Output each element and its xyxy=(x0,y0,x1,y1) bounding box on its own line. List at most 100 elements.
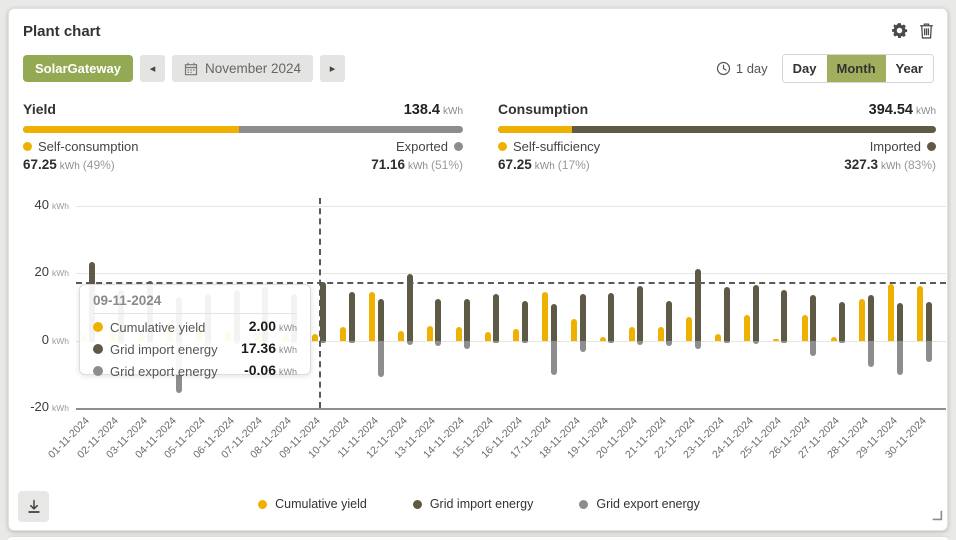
view-month-button[interactable]: Month xyxy=(827,55,886,82)
view-year-button[interactable]: Year xyxy=(886,55,933,82)
legend-item-export[interactable]: Grid export energy xyxy=(579,497,700,511)
bar-export-26-11-2024[interactable] xyxy=(810,341,816,356)
bar-export-28-11-2024[interactable] xyxy=(868,341,874,368)
bar-import-13-11-2024[interactable] xyxy=(435,299,441,341)
bar-import-20-11-2024[interactable] xyxy=(637,286,643,341)
bar-export-05-11-2024[interactable] xyxy=(205,341,211,348)
bar-import-02-11-2024[interactable] xyxy=(118,290,124,341)
bar-export-29-11-2024[interactable] xyxy=(897,341,903,376)
bar-yield-15-11-2024[interactable] xyxy=(485,332,491,340)
bar-import-28-11-2024[interactable] xyxy=(868,295,874,341)
bar-import-25-11-2024[interactable] xyxy=(781,290,787,341)
bar-export-18-11-2024[interactable] xyxy=(580,341,586,353)
bar-export-16-11-2024[interactable] xyxy=(522,341,528,343)
bar-import-22-11-2024[interactable] xyxy=(695,269,701,341)
bar-export-12-11-2024[interactable] xyxy=(407,341,413,345)
prev-period-button[interactable]: ◂ xyxy=(140,55,165,82)
bar-import-23-11-2024[interactable] xyxy=(724,287,730,341)
bar-yield-14-11-2024[interactable] xyxy=(456,327,462,341)
bar-yield-25-11-2024[interactable] xyxy=(773,339,779,341)
bar-import-12-11-2024[interactable] xyxy=(407,274,413,340)
bar-yield-29-11-2024[interactable] xyxy=(888,284,894,341)
bar-yield-01-11-2024[interactable] xyxy=(81,336,87,341)
bar-import-19-11-2024[interactable] xyxy=(608,293,614,341)
bar-export-15-11-2024[interactable] xyxy=(493,341,499,343)
bar-export-27-11-2024[interactable] xyxy=(839,341,845,343)
bar-yield-09-11-2024[interactable] xyxy=(312,334,318,341)
bar-import-01-11-2024[interactable] xyxy=(89,262,95,341)
settings-gear-icon[interactable] xyxy=(891,22,908,39)
delete-trash-icon[interactable] xyxy=(919,22,934,39)
bar-import-05-11-2024[interactable] xyxy=(205,294,211,341)
bar-export-24-11-2024[interactable] xyxy=(753,341,759,344)
bar-yield-13-11-2024[interactable] xyxy=(427,326,433,341)
bar-import-08-11-2024[interactable] xyxy=(291,294,297,341)
bar-yield-10-11-2024[interactable] xyxy=(340,327,346,341)
bar-import-10-11-2024[interactable] xyxy=(349,292,355,341)
bar-yield-11-11-2024[interactable] xyxy=(369,292,375,341)
bar-import-11-11-2024[interactable] xyxy=(378,299,384,340)
bar-import-07-11-2024[interactable] xyxy=(262,287,268,341)
bar-export-22-11-2024[interactable] xyxy=(695,341,701,349)
bar-export-25-11-2024[interactable] xyxy=(781,341,787,344)
bar-export-03-11-2024[interactable] xyxy=(147,341,153,343)
bar-yield-05-11-2024[interactable] xyxy=(196,327,202,341)
bar-yield-08-11-2024[interactable] xyxy=(283,336,289,341)
legend-item-import[interactable]: Grid import energy xyxy=(413,497,534,511)
bar-export-08-11-2024[interactable] xyxy=(291,341,297,343)
bar-yield-19-11-2024[interactable] xyxy=(600,337,606,340)
bar-export-10-11-2024[interactable] xyxy=(349,341,355,343)
bar-yield-27-11-2024[interactable] xyxy=(831,337,837,340)
bar-import-16-11-2024[interactable] xyxy=(522,301,528,341)
bar-export-09-11-2024[interactable] xyxy=(320,341,326,343)
bar-export-07-11-2024[interactable] xyxy=(262,341,268,343)
bar-export-20-11-2024[interactable] xyxy=(637,341,643,345)
bar-import-06-11-2024[interactable] xyxy=(234,290,240,341)
bar-yield-20-11-2024[interactable] xyxy=(629,327,635,341)
bar-export-14-11-2024[interactable] xyxy=(464,341,470,349)
bar-export-11-11-2024[interactable] xyxy=(378,341,384,377)
next-period-button[interactable]: ▸ xyxy=(320,55,345,82)
bar-import-17-11-2024[interactable] xyxy=(551,304,557,341)
bar-yield-04-11-2024[interactable] xyxy=(167,324,173,341)
bar-export-06-11-2024[interactable] xyxy=(234,341,240,344)
bar-yield-07-11-2024[interactable] xyxy=(254,332,260,340)
bar-export-21-11-2024[interactable] xyxy=(666,341,672,346)
bar-export-02-11-2024[interactable] xyxy=(118,341,124,344)
bar-export-13-11-2024[interactable] xyxy=(435,341,441,346)
bar-yield-18-11-2024[interactable] xyxy=(571,319,577,341)
bar-yield-06-11-2024[interactable] xyxy=(225,331,231,341)
bar-yield-12-11-2024[interactable] xyxy=(398,331,404,341)
period-select-button[interactable]: November 2024 xyxy=(172,55,313,82)
bar-yield-22-11-2024[interactable] xyxy=(686,317,692,341)
bar-import-21-11-2024[interactable] xyxy=(666,301,672,341)
gateway-badge[interactable]: SolarGateway xyxy=(23,55,133,82)
view-day-button[interactable]: Day xyxy=(783,55,827,82)
bar-export-04-11-2024[interactable] xyxy=(176,341,182,394)
bar-import-04-11-2024[interactable] xyxy=(176,297,182,341)
bar-export-19-11-2024[interactable] xyxy=(608,341,614,343)
legend-item-yield[interactable]: Cumulative yield xyxy=(258,497,367,511)
bar-yield-03-11-2024[interactable] xyxy=(139,334,145,341)
bar-export-01-11-2024[interactable] xyxy=(89,341,95,343)
bar-import-29-11-2024[interactable] xyxy=(897,303,903,341)
bar-yield-23-11-2024[interactable] xyxy=(715,334,721,341)
bar-export-30-11-2024[interactable] xyxy=(926,341,932,362)
bar-import-27-11-2024[interactable] xyxy=(839,302,845,341)
bar-import-15-11-2024[interactable] xyxy=(493,294,499,341)
bar-yield-26-11-2024[interactable] xyxy=(802,315,808,340)
bar-export-17-11-2024[interactable] xyxy=(551,341,557,376)
bar-yield-02-11-2024[interactable] xyxy=(110,331,116,341)
bar-import-26-11-2024[interactable] xyxy=(810,295,816,341)
bar-export-23-11-2024[interactable] xyxy=(724,341,730,343)
bar-import-03-11-2024[interactable] xyxy=(147,281,153,340)
resize-handle-icon[interactable] xyxy=(930,508,943,526)
bar-yield-30-11-2024[interactable] xyxy=(917,286,923,341)
bar-yield-17-11-2024[interactable] xyxy=(542,292,548,341)
bar-import-30-11-2024[interactable] xyxy=(926,302,932,341)
bar-yield-28-11-2024[interactable] xyxy=(859,299,865,341)
bar-import-09-11-2024[interactable] xyxy=(320,282,326,340)
bar-import-14-11-2024[interactable] xyxy=(464,299,470,341)
bar-yield-21-11-2024[interactable] xyxy=(658,327,664,341)
bar-import-24-11-2024[interactable] xyxy=(753,285,759,341)
